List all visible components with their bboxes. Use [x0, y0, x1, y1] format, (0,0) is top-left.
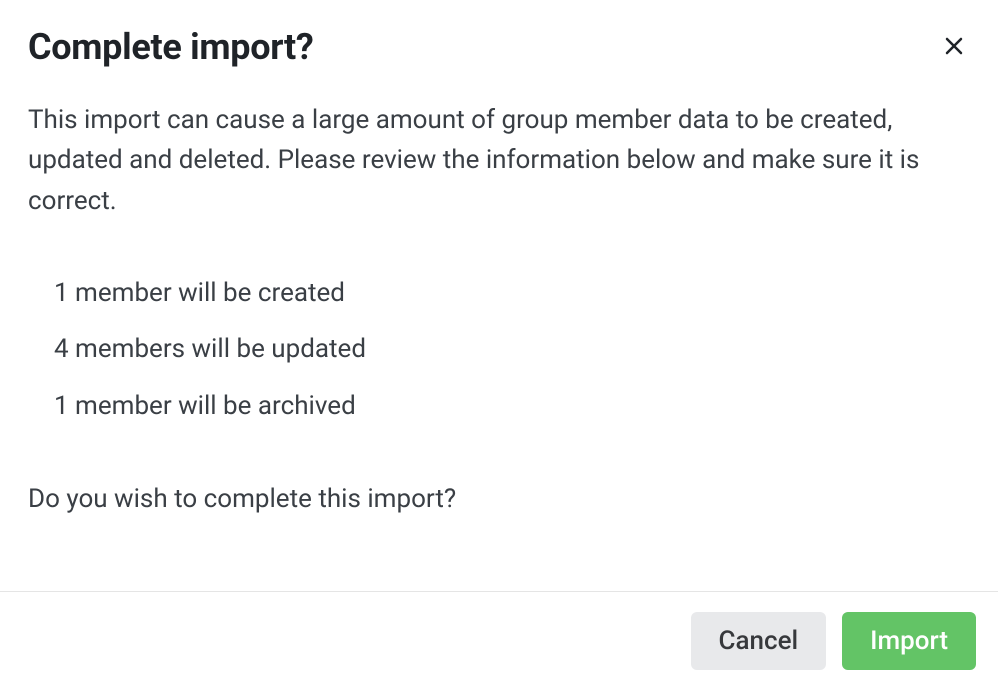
import-button[interactable]: Import	[842, 612, 976, 670]
dialog-body: This import can cause a large amount of …	[0, 76, 998, 591]
dialog-title: Complete import?	[28, 26, 314, 68]
dialog-header: Complete import?	[0, 0, 998, 76]
dialog-footer: Cancel Import	[0, 591, 998, 688]
complete-import-dialog: Complete import? This import can cause a…	[0, 0, 998, 688]
summary-list: 1 member will be created 4 members will …	[28, 275, 970, 424]
close-button[interactable]	[938, 30, 970, 65]
confirm-text: Do you wish to complete this import?	[28, 480, 970, 519]
summary-created: 1 member will be created	[54, 275, 970, 311]
summary-updated: 4 members will be updated	[54, 331, 970, 367]
cancel-button[interactable]: Cancel	[691, 612, 827, 670]
summary-archived: 1 member will be archived	[54, 388, 970, 424]
close-icon	[942, 34, 966, 61]
intro-text: This import can cause a large amount of …	[28, 100, 970, 221]
